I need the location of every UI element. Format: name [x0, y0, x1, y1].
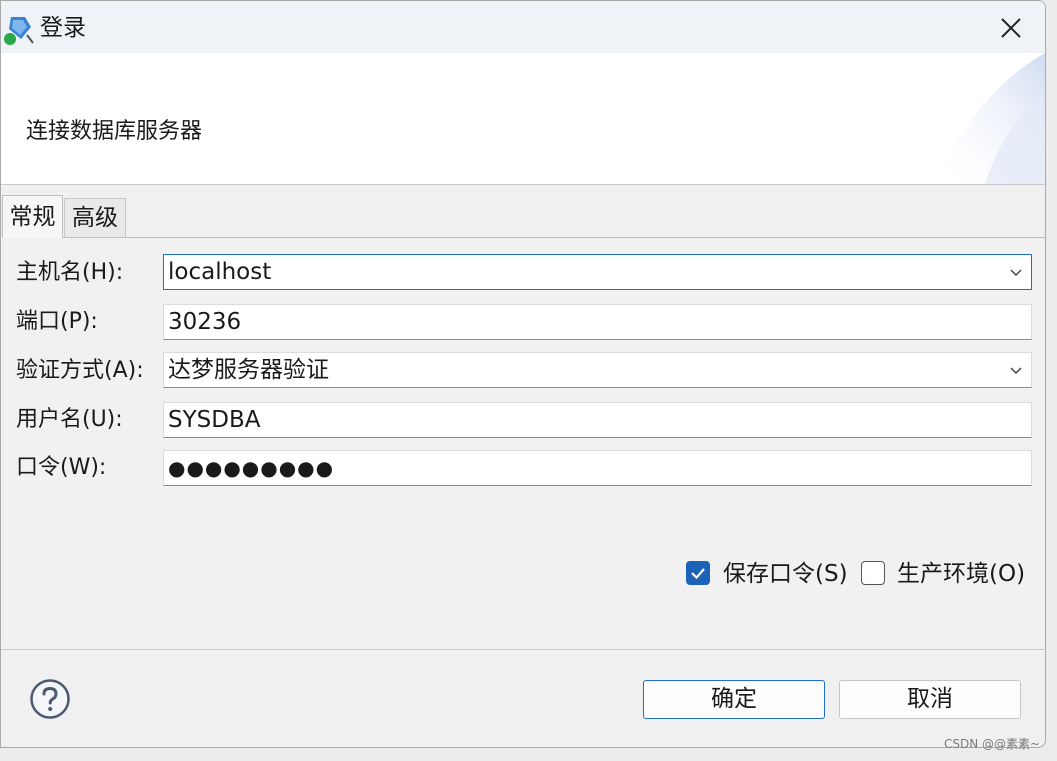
checkmark-icon — [691, 568, 705, 580]
production-checkbox[interactable] — [861, 561, 885, 585]
user-value: SYSDBA — [168, 407, 261, 433]
auth-combobox[interactable]: 达梦服务器验证 — [163, 352, 1032, 388]
port-input[interactable]: 30236 — [163, 304, 1032, 340]
watermark: CSDN @@素素~ — [944, 737, 1041, 751]
port-label: 端口(P): — [16, 309, 98, 334]
save-password-label[interactable]: 保存口令(S) — [723, 559, 848, 589]
tab-general[interactable]: 常规 — [2, 195, 63, 238]
tab-strip: 常规 高级 — [1, 195, 1045, 238]
cancel-button[interactable]: 取消 — [839, 680, 1021, 719]
host-label: 主机名(H): — [16, 260, 124, 285]
chevron-down-icon — [1010, 269, 1022, 277]
password-input[interactable]: ●●●●●●●●● — [163, 450, 1032, 486]
tab-advanced[interactable]: 高级 — [64, 198, 126, 237]
window-title: 登录 — [40, 15, 86, 41]
title-bar: 登录 — [1, 1, 1045, 53]
general-panel: 主机名(H): localhost 端口(P): 30236 验证方式(A): … — [4, 238, 1042, 644]
header-decoration — [935, 53, 1045, 184]
user-input[interactable]: SYSDBA — [163, 402, 1032, 438]
close-icon — [1001, 18, 1021, 38]
help-icon[interactable] — [29, 678, 71, 720]
header-description: 连接数据库服务器 — [26, 119, 203, 144]
auth-label: 验证方式(A): — [16, 358, 144, 383]
user-label: 用户名(U): — [16, 407, 123, 432]
close-button[interactable] — [989, 9, 1033, 49]
auth-value: 达梦服务器验证 — [168, 357, 329, 383]
save-password-checkbox[interactable] — [686, 561, 710, 585]
chevron-down-icon — [1010, 367, 1022, 375]
password-value: ●●●●●●●●● — [168, 456, 335, 480]
host-combobox[interactable]: localhost — [163, 254, 1032, 290]
dialog-header: 连接数据库服务器 — [1, 53, 1045, 185]
host-value: localhost — [168, 259, 272, 285]
ok-button[interactable]: 确定 — [643, 680, 825, 719]
login-dialog: 登录 连接数据库服务器 常规 高级 主机名(H): localhost 端口(P… — [0, 0, 1046, 748]
production-label[interactable]: 生产环境(O) — [897, 559, 1025, 589]
port-value: 30236 — [168, 309, 242, 335]
database-connect-icon — [4, 17, 34, 45]
password-label: 口令(W): — [16, 455, 107, 480]
footer-divider — [1, 649, 1045, 650]
